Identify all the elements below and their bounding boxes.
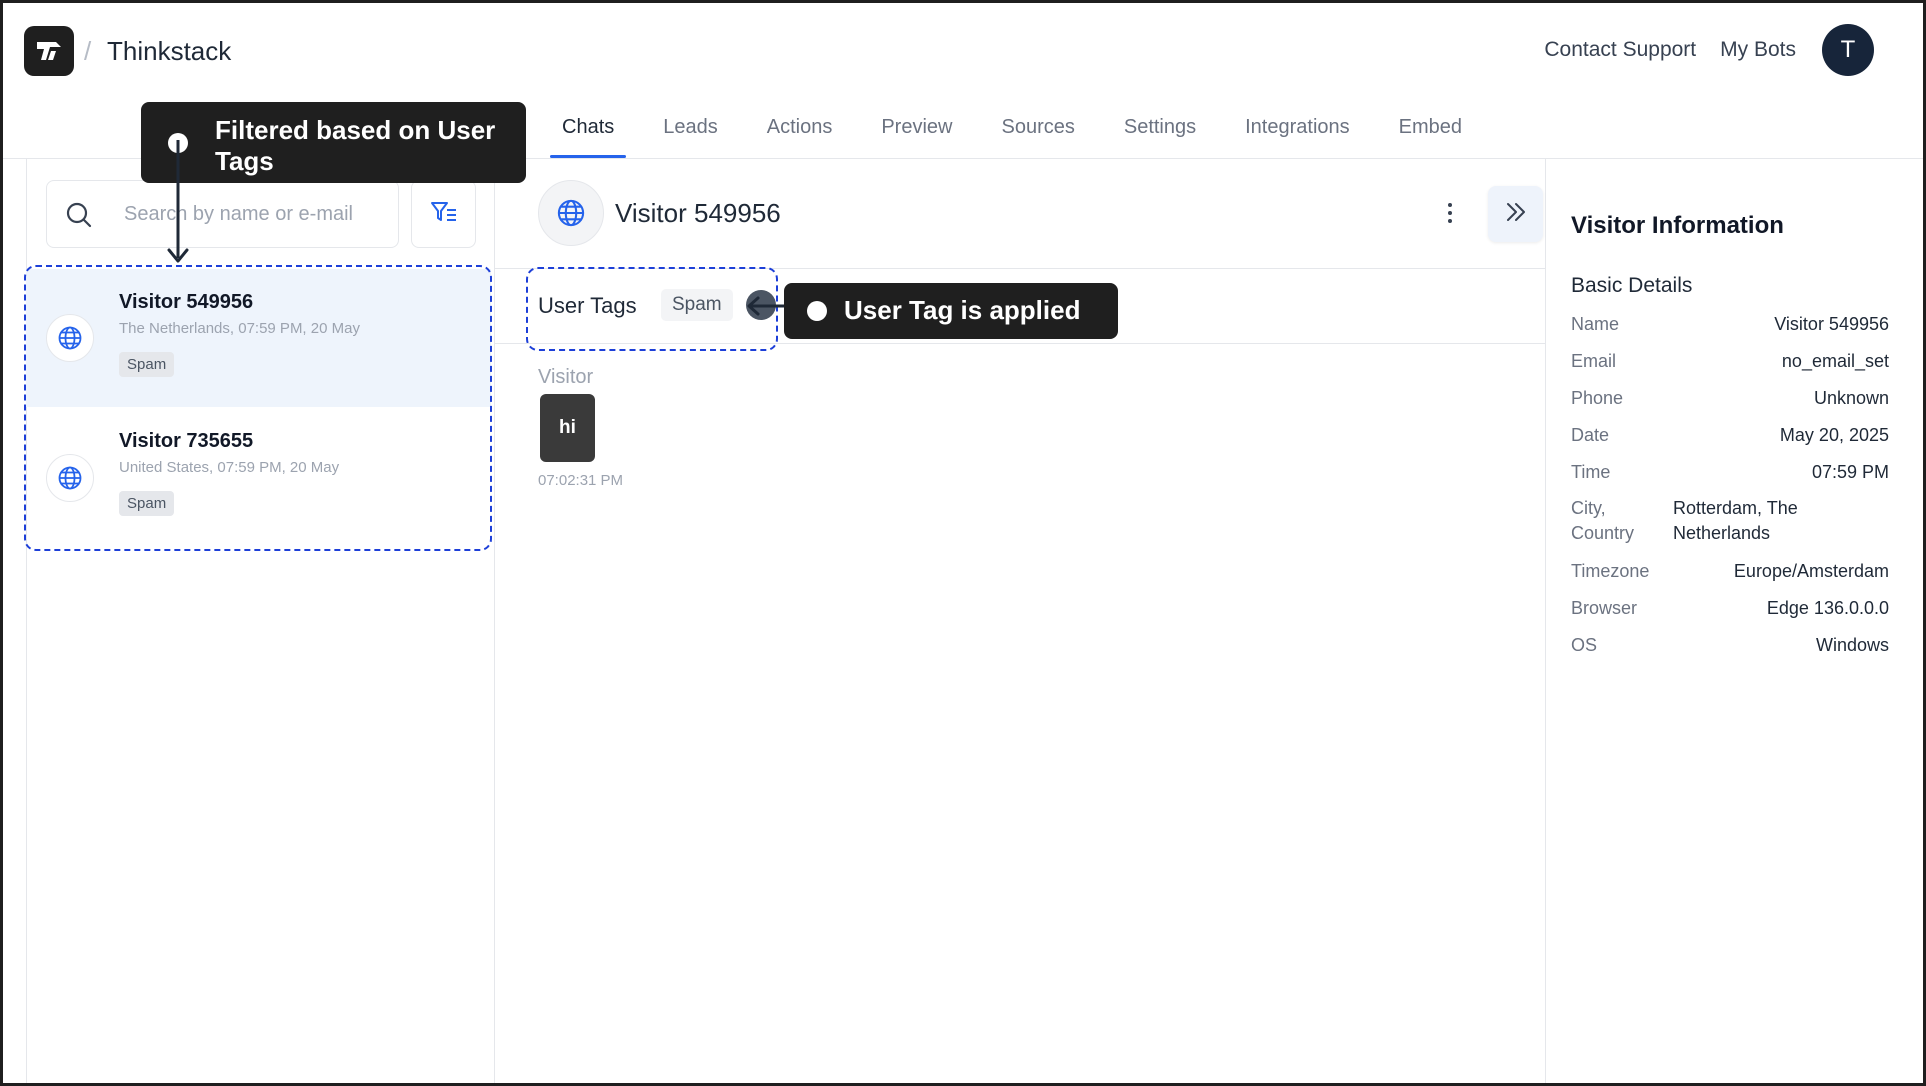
sidebar-divider — [494, 158, 495, 1083]
search-input[interactable] — [47, 181, 398, 247]
chat-item-name: Visitor 735655 — [119, 430, 254, 452]
breadcrumb-separator: / — [84, 36, 92, 66]
message-bubble: hi — [540, 394, 595, 462]
tab-embed[interactable]: Embed — [1387, 102, 1474, 158]
info-value: Rotterdam, The Netherlands — [1673, 498, 1798, 543]
chat-item-meta: United States, 07:59 PM, 20 May — [119, 459, 340, 476]
chat-item-tag: Spam — [119, 491, 175, 516]
user-tag-chip[interactable]: Spam — [661, 289, 733, 321]
chat-header-divider — [494, 268, 1545, 269]
info-value: Edge 136.0.0.0 — [1766, 598, 1889, 618]
globe-icon — [46, 454, 94, 502]
callout-tag-applied-text: User Tag is applied — [844, 295, 1081, 325]
filter-icon — [430, 200, 458, 229]
info-key: Email — [1571, 351, 1617, 371]
collapse-panel-button[interactable] — [1488, 186, 1543, 242]
message-timestamp: 07:02:31 PM — [538, 472, 624, 489]
my-bots-link[interactable]: My Bots — [1720, 38, 1796, 62]
globe-icon — [538, 180, 604, 246]
tab-preview[interactable]: Preview — [869, 102, 964, 158]
top-navigation: Contact Support My Bots T — [1544, 24, 1874, 76]
search-icon — [65, 201, 93, 234]
visitor-info-title: Visitor Information — [1571, 212, 1784, 239]
main-tabs: Chats Leads Actions Preview Sources Sett… — [550, 102, 1499, 158]
message-sender: Visitor — [538, 366, 594, 388]
info-key: Name — [1571, 314, 1620, 334]
chat-item-name: Visitor 549956 — [119, 291, 254, 313]
callout-tag-applied: User Tag is applied — [784, 283, 1118, 339]
info-value: Windows — [1815, 635, 1889, 655]
search-box — [46, 180, 399, 248]
logo-icon[interactable] — [24, 26, 74, 76]
info-panel-divider — [1545, 158, 1546, 1083]
chat-item-meta: The Netherlands, 07:59 PM, 20 May — [119, 320, 360, 337]
info-key: Browser — [1571, 598, 1638, 618]
callout-filter-text: Filtered based on User Tags — [215, 115, 496, 176]
info-value: Unknown — [1813, 388, 1889, 408]
user-tags-label: User Tags — [538, 293, 637, 318]
info-key: Date — [1571, 425, 1610, 445]
tab-settings[interactable]: Settings — [1112, 102, 1208, 158]
info-value: May 20, 2025 — [1779, 425, 1889, 445]
tab-leads[interactable]: Leads — [651, 102, 730, 158]
info-value: 07:59 PM — [1811, 462, 1889, 482]
chat-list-item[interactable]: Visitor 735655 United States, 07:59 PM, … — [26, 408, 491, 546]
chat-list-item[interactable]: Visitor 549956 The Netherlands, 07:59 PM… — [26, 269, 491, 407]
tab-chats[interactable]: Chats — [550, 102, 627, 158]
info-key: Timezone — [1571, 561, 1650, 581]
contact-support-link[interactable]: Contact Support — [1544, 38, 1696, 62]
avatar[interactable]: T — [1822, 24, 1874, 76]
user-tags-divider — [494, 343, 1545, 344]
tab-actions[interactable]: Actions — [755, 102, 845, 158]
info-value: no_email_set — [1781, 351, 1889, 371]
globe-icon — [46, 314, 94, 362]
chevrons-right-icon — [1503, 199, 1529, 230]
tab-integrations[interactable]: Integrations — [1233, 102, 1362, 158]
callout-filter-arrow — [167, 140, 189, 263]
tab-sources[interactable]: Sources — [989, 102, 1086, 158]
basic-details-heading: Basic Details — [1571, 274, 1693, 297]
info-value: Europe/Amsterdam — [1733, 561, 1889, 581]
info-key: Phone — [1571, 388, 1624, 408]
chat-title: Visitor 549956 — [615, 198, 781, 228]
workspace-name[interactable]: Thinkstack — [107, 36, 231, 67]
info-key: Time — [1571, 462, 1611, 482]
more-vertical-icon[interactable] — [1440, 198, 1460, 228]
chat-item-tag: Spam — [119, 352, 175, 377]
callout-bullet — [807, 301, 827, 321]
filter-button[interactable] — [411, 180, 476, 248]
info-value: Visitor 549956 — [1774, 314, 1889, 334]
info-key: City, Country — [1571, 498, 1635, 543]
callout-filter: Filtered based on User Tags — [141, 102, 526, 183]
info-key: OS — [1571, 635, 1598, 655]
